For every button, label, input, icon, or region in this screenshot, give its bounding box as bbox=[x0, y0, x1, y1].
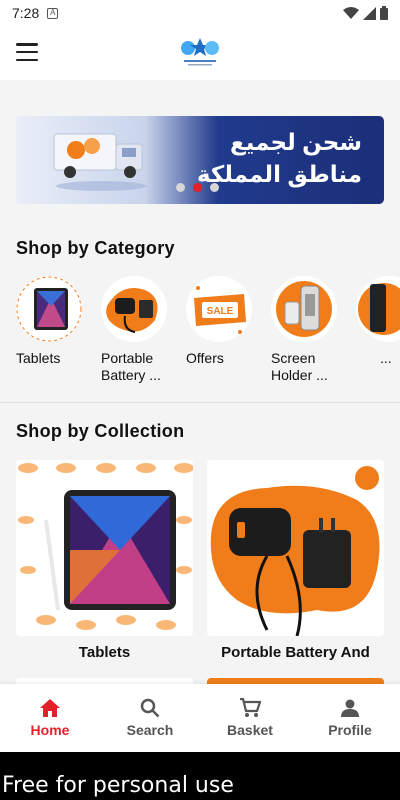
category-screen-holder[interactable]: Screen Holder ... bbox=[271, 276, 343, 384]
category-more[interactable]: ... bbox=[356, 276, 400, 367]
profile-icon bbox=[341, 699, 359, 717]
nav-home[interactable]: Home bbox=[0, 684, 100, 752]
category-image bbox=[101, 276, 167, 342]
collection-label: Portable Battery And bbox=[221, 644, 370, 661]
app-bar bbox=[0, 26, 400, 80]
carousel-dot-active[interactable] bbox=[193, 183, 202, 192]
collection-card-tablets[interactable] bbox=[16, 460, 193, 636]
bottom-navigation: Home Search Basket Profile bbox=[0, 684, 400, 752]
cart-icon bbox=[240, 698, 261, 717]
status-icons bbox=[343, 6, 388, 20]
nav-search-label: Search bbox=[126, 722, 174, 738]
home-icon bbox=[40, 699, 60, 717]
delivery-truck-image bbox=[53, 133, 146, 191]
category-portable-battery[interactable]: Portable Battery ... bbox=[101, 276, 173, 384]
carousel-dot[interactable] bbox=[176, 183, 185, 192]
category-label: Portable Battery ... bbox=[101, 350, 161, 383]
category-label: Tablets bbox=[16, 350, 61, 366]
category-label: Offers bbox=[186, 350, 224, 366]
section-divider bbox=[0, 402, 400, 403]
battery-icon bbox=[380, 6, 388, 20]
category-image: SALE bbox=[186, 276, 252, 342]
collection-label: Tablets bbox=[78, 644, 131, 661]
svg-text:SALE: SALE bbox=[207, 306, 234, 317]
wifi-icon bbox=[343, 6, 359, 19]
nav-basket[interactable]: Basket bbox=[200, 684, 300, 752]
nav-profile[interactable]: Profile bbox=[300, 684, 400, 752]
store-logo bbox=[181, 38, 219, 66]
shop-by-category-title: Shop by Category bbox=[16, 238, 175, 258]
status-bar: 7:28 A bbox=[0, 0, 400, 26]
promo-banner[interactable]: شحن لجميع مناطق المملكة bbox=[16, 116, 384, 204]
collection-battery-image bbox=[207, 460, 384, 636]
category-tablets[interactable]: Tablets bbox=[16, 276, 88, 367]
collection-card-portable-battery[interactable] bbox=[207, 460, 384, 636]
watermark-text: Free for personal use bbox=[2, 773, 234, 798]
search-icon bbox=[140, 698, 160, 718]
category-label: Screen Holder ... bbox=[271, 350, 328, 383]
home-content[interactable]: شحن لجميع مناطق المملكة Shop by Category… bbox=[0, 80, 400, 684]
carousel-dots bbox=[176, 183, 219, 192]
nav-home-label: Home bbox=[30, 722, 70, 738]
category-image bbox=[16, 276, 82, 342]
nav-search[interactable]: Search bbox=[100, 684, 200, 752]
signal-icon bbox=[363, 6, 376, 20]
category-image bbox=[271, 276, 337, 342]
notification-icon: A bbox=[47, 7, 59, 19]
nav-basket-label: Basket bbox=[227, 722, 273, 738]
collection-tablets-image bbox=[16, 460, 193, 636]
category-offers[interactable]: SALE Offers bbox=[186, 276, 258, 367]
category-image bbox=[356, 276, 400, 342]
carousel-dot[interactable] bbox=[210, 183, 219, 192]
category-label: ... bbox=[380, 350, 392, 366]
banner-text: شحن لجميع مناطق المملكة bbox=[196, 129, 362, 187]
watermark-bar: Free for personal use bbox=[0, 752, 400, 800]
hamburger-menu-icon[interactable] bbox=[16, 43, 38, 61]
shop-by-collection-title: Shop by Collection bbox=[16, 421, 185, 441]
status-time: 7:28 bbox=[12, 5, 40, 21]
nav-profile-label: Profile bbox=[328, 722, 372, 738]
